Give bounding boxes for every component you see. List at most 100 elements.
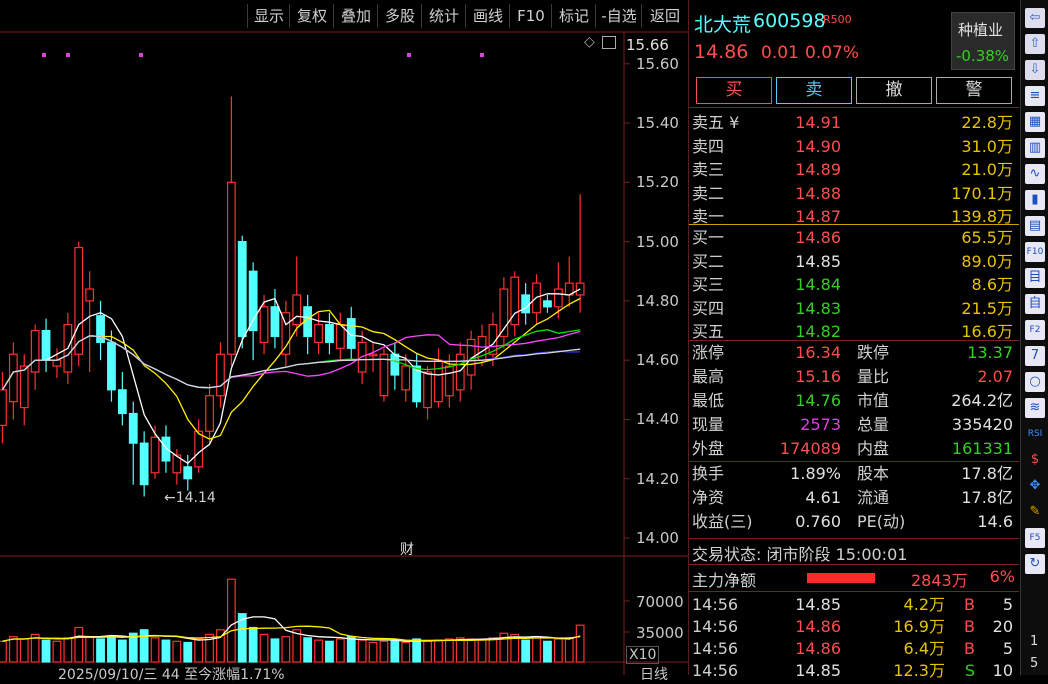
list-icon[interactable]: ≡: [1025, 86, 1045, 106]
volume-bar: [183, 641, 193, 663]
rsi-icon[interactable]: RSI: [1025, 424, 1045, 444]
stock-code: 600598: [753, 10, 826, 32]
candle-body: [8, 353, 18, 403]
toolbar-8[interactable]: -自选: [595, 4, 642, 28]
move-icon[interactable]: ✥: [1025, 476, 1045, 496]
volume-label-top: 70000: [636, 593, 684, 611]
analyze-icon[interactable]: 7: [1025, 346, 1045, 366]
bar-chart-icon[interactable]: ▥: [1025, 138, 1045, 158]
quote-cell: 14.85: [795, 251, 841, 271]
toolbar-6[interactable]: F10: [509, 4, 552, 28]
self-icon[interactable]: 自: [1025, 294, 1045, 314]
volume-bar: [368, 641, 378, 663]
toolbar-2[interactable]: 叠加: [333, 4, 378, 28]
toolbar-1[interactable]: 复权: [289, 4, 334, 28]
sector-box[interactable]: 种植业 -0.38%: [951, 12, 1015, 70]
quote-cell: 21.5万: [961, 298, 1013, 318]
quote-cell: 5: [1002, 639, 1013, 658]
candle-body: [85, 288, 95, 302]
toolbar-7[interactable]: 标记: [551, 4, 596, 28]
kline-chart-svg[interactable]: [0, 0, 688, 675]
sector-percent: -0.38%: [956, 47, 1010, 65]
volume-bar: [139, 629, 149, 663]
candle-body: [270, 306, 280, 338]
diamond-icon[interactable]: ◇: [584, 34, 595, 50]
divider: [689, 564, 1019, 565]
circle-icon[interactable]: ○: [1025, 372, 1045, 392]
quote-cell: 16.9万: [893, 617, 945, 636]
candle-body: [390, 353, 400, 376]
candle-body: [117, 389, 127, 415]
sell-button[interactable]: 卖: [776, 77, 852, 104]
candle-body: [553, 288, 563, 308]
divider: [689, 538, 1019, 539]
volume-bar: [117, 639, 127, 663]
volume-bar: [379, 640, 389, 663]
candle-body: [139, 442, 149, 486]
quote-row: 外盘 174089 内盘 161331: [689, 437, 1019, 461]
toolbar-3[interactable]: 多股: [377, 4, 422, 28]
candle-body: [237, 241, 247, 338]
quote-cell: B: [964, 617, 975, 636]
f5-icon[interactable]: F5: [1025, 528, 1045, 548]
dollar-icon[interactable]: $: [1025, 450, 1045, 470]
quote-cell: 14.83: [795, 298, 841, 318]
trend-icon[interactable]: ∿: [1025, 164, 1045, 184]
table-icon[interactable]: ▤: [1025, 216, 1045, 236]
toolbar-4[interactable]: 统计: [421, 4, 466, 28]
financial-report-marker[interactable]: 财: [400, 539, 414, 559]
toolbar-9[interactable]: 返回: [641, 4, 688, 28]
quote-cell: 买四: [692, 298, 725, 318]
quote-row: 收益(三) 0.760 PE(动) 14.6: [689, 510, 1019, 534]
pencil-icon[interactable]: ✎: [1025, 502, 1045, 522]
quote-cell: 总量: [857, 415, 890, 434]
arrow-up-icon[interactable]: ⇧: [1025, 34, 1045, 54]
quote-cell: 1.89%: [790, 464, 841, 483]
doc-icon[interactable]: 目: [1025, 268, 1045, 288]
kline-chart-area[interactable]: 显示 复权 叠加 多股 统计 画线 F10 标记 -自选 返回 15.60 15.40 15.20 15…: [0, 0, 688, 683]
candle-icon[interactable]: ▮: [1025, 190, 1045, 210]
volume-bar: [357, 639, 367, 663]
candle-body: [74, 246, 84, 355]
quote-cell: 涨停: [692, 343, 725, 362]
main-flow-label[interactable]: 主力净额: [692, 567, 756, 591]
candle-body: [259, 306, 269, 343]
candle-body: [194, 430, 204, 468]
page-number[interactable]: 5: [1030, 656, 1038, 671]
candle-body: [107, 341, 116, 391]
page-number[interactable]: 1: [1030, 634, 1038, 649]
quote-cell: 14.88: [795, 183, 841, 203]
grid-icon[interactable]: ▦: [1025, 112, 1045, 132]
price-label: 14.40: [636, 410, 679, 429]
volume-label-mid: 35000: [636, 624, 684, 642]
quote-cell: B: [964, 595, 975, 614]
quote-cell: 170.1万: [951, 183, 1013, 203]
f2-icon[interactable]: F2: [1025, 320, 1045, 340]
candle-body: [19, 365, 29, 409]
alert-button[interactable]: 警: [936, 77, 1012, 104]
volume-bar: [346, 636, 356, 663]
wave-icon[interactable]: ≋: [1025, 398, 1045, 418]
volume-bar: [521, 639, 531, 663]
quote-cell: 14.86: [795, 617, 841, 636]
quote-cell: 4.2万: [903, 595, 945, 614]
toolbar-0[interactable]: 显示: [247, 4, 290, 28]
volume-bar: [335, 638, 345, 663]
low-marker: ←14.14: [164, 490, 216, 506]
window-restore-icon[interactable]: [602, 36, 616, 49]
refresh-icon[interactable]: ↻: [1025, 554, 1045, 574]
buy-button[interactable]: 买: [696, 77, 772, 104]
f10-icon[interactable]: F10: [1025, 242, 1045, 262]
quote-row: 卖四 14.90 31.0万: [689, 135, 1019, 159]
quote-row: 14:56 14.85 4.2万 B 5: [689, 593, 1019, 617]
toolbar-5[interactable]: 画线: [465, 4, 510, 28]
arrow-left-icon[interactable]: ⇦: [1025, 8, 1045, 28]
quote-cell: 14.76: [795, 391, 841, 410]
period-label[interactable]: 日线: [640, 664, 668, 684]
quote-cell: 跌停: [857, 343, 890, 362]
quote-cell: S: [964, 661, 975, 680]
arrow-down-icon[interactable]: ⇩: [1025, 60, 1045, 80]
cancel-button[interactable]: 撤: [856, 77, 932, 104]
quote-row: 买一 14.86 65.5万: [689, 226, 1019, 250]
quote-cell: 最高: [692, 367, 725, 386]
